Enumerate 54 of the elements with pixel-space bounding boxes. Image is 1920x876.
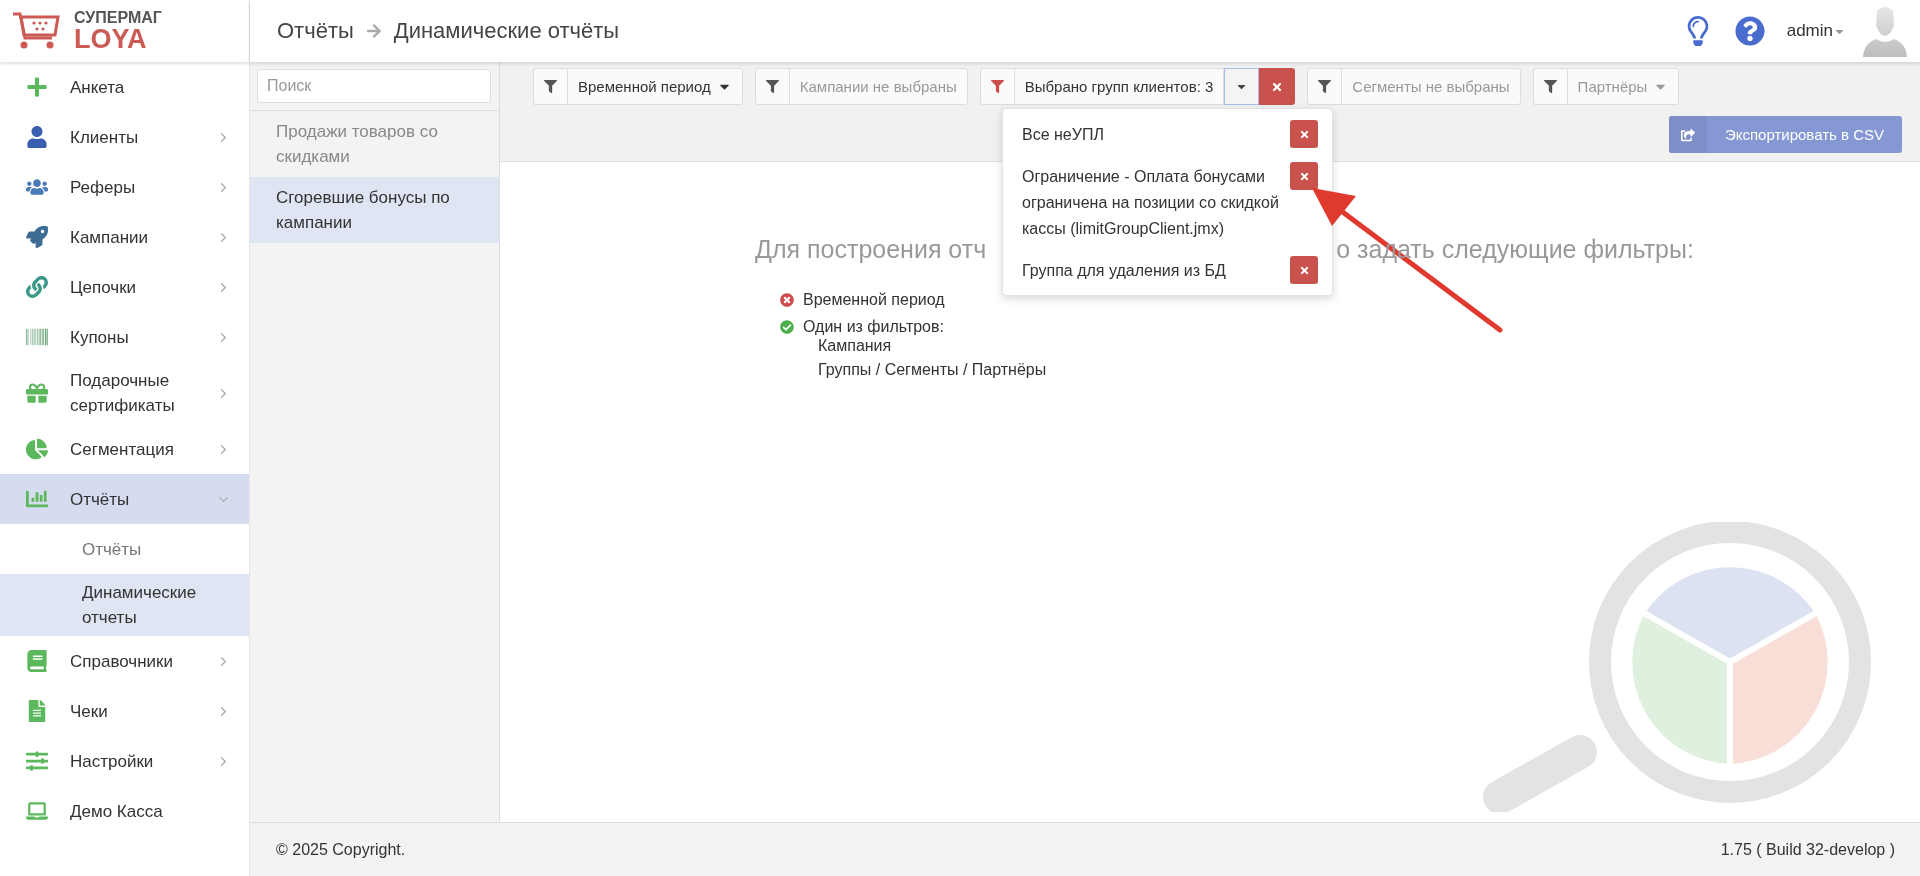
close-icon: [1298, 128, 1310, 140]
arrow-right-icon: [365, 23, 382, 39]
copyright-text: © 2025 Copyright.: [276, 840, 406, 859]
sidebar-item[interactable]: Отчёты: [0, 474, 249, 524]
remove-button[interactable]: [1290, 256, 1318, 284]
close-icon: [1271, 80, 1284, 93]
sidebar-subitem[interactable]: Динамические отчеты: [0, 574, 249, 636]
gift-icon: [26, 382, 48, 404]
close-icon: [1298, 264, 1310, 276]
cart-logo-icon: [12, 11, 60, 51]
breadcrumb-item: Динамические отчёты: [393, 18, 620, 44]
link-icon: [26, 276, 48, 298]
requirement-text: Временной период: [803, 291, 945, 309]
filter-icon: [1307, 68, 1342, 105]
version-text: 1.75 ( Build 32-develop ): [1720, 840, 1895, 859]
logo-text: LOYA: [74, 25, 148, 53]
close-icon: [1298, 170, 1310, 182]
error-icon: [780, 293, 794, 307]
requirement-option: Группы / Сегменты / Партнёры: [818, 358, 1920, 382]
user-menu[interactable]: admin: [1786, 21, 1846, 41]
logo-text: СУПЕРМАГ: [74, 9, 162, 26]
filter-button[interactable]: Выбрано групп клиентов: 3: [1013, 68, 1225, 105]
filter-dropdown[interactable]: Временной период: [567, 68, 743, 105]
requirement-option: Кампания: [818, 334, 1920, 358]
remove-button[interactable]: [1290, 162, 1318, 190]
filter-icon: [979, 68, 1014, 105]
bar-chart-icon: [26, 488, 48, 510]
barcode-icon: [26, 326, 48, 348]
share-icon: [1680, 127, 1695, 142]
pie-chart-icon: [26, 438, 48, 460]
breadcrumb-item[interactable]: Отчёты: [277, 18, 354, 44]
sliders-icon: [26, 750, 48, 772]
check-icon: [780, 320, 794, 334]
heading: Для построения отч: [755, 235, 987, 264]
requirement-text: Один из фильтров:: [803, 318, 944, 336]
dropdown-toggle[interactable]: [1224, 68, 1260, 105]
menu-item[interactable]: Все неУПЛ: [1022, 120, 1282, 148]
search-field[interactable]: Поиск: [257, 69, 491, 103]
laptop-icon: [26, 800, 48, 822]
document-icon: [26, 700, 48, 722]
filter-icon: [754, 68, 789, 105]
menu-item[interactable]: Группа для удаления из БД: [1022, 256, 1282, 284]
filter-icon: [533, 68, 567, 105]
rocket-icon: [26, 226, 48, 248]
user-icon: [26, 126, 48, 148]
clear-button[interactable]: [1259, 68, 1296, 105]
filter-icon: [1532, 68, 1567, 105]
menu-item[interactable]: Ограничение - Оплата бонусами ограничена на позиции со скидкой кассы (limitGroupClient.jmx): [1022, 162, 1282, 242]
report-item[interactable]: Сгоревшие бонусы по кампании: [250, 177, 499, 243]
remove-button[interactable]: [1290, 120, 1318, 148]
help-icon[interactable]: [1734, 16, 1765, 46]
users-icon: [26, 176, 48, 198]
plus-icon: [26, 76, 48, 98]
book-icon: [26, 650, 48, 672]
